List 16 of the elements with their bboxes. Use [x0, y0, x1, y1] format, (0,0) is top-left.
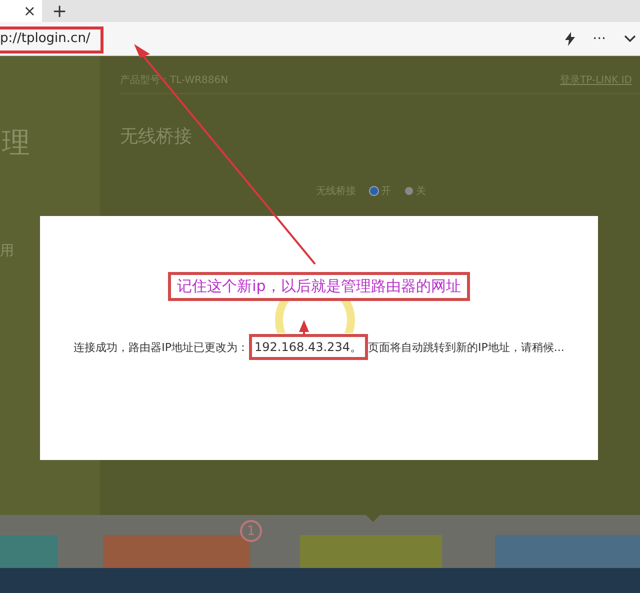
radio-button[interactable]	[405, 187, 413, 195]
chevron-down-icon[interactable]	[624, 34, 636, 42]
status-message: 连接成功，路由器IP地址已更改为： 192.168.43.234。 页面将自动跳转到新的IP地址，请稍候...	[74, 333, 564, 362]
count-badge: 1	[240, 520, 262, 542]
new-tab-button[interactable]: +	[52, 0, 68, 22]
annotation-arrow	[299, 320, 309, 335]
menu-tile[interactable]	[0, 535, 58, 568]
lightning-icon[interactable]	[564, 32, 575, 46]
menu-tile[interactable]	[103, 535, 250, 568]
menu-tile[interactable]	[495, 535, 640, 568]
radio-button[interactable]	[370, 187, 378, 195]
pointer-notch	[366, 515, 380, 522]
address-field[interactable]: p://tplogin.cn/	[0, 31, 90, 46]
more-button[interactable]: ···	[592, 30, 606, 46]
menu-tile[interactable]	[300, 535, 442, 568]
callout-text: 记住这个新ip，以后就是管理路由器的网址	[168, 272, 470, 301]
